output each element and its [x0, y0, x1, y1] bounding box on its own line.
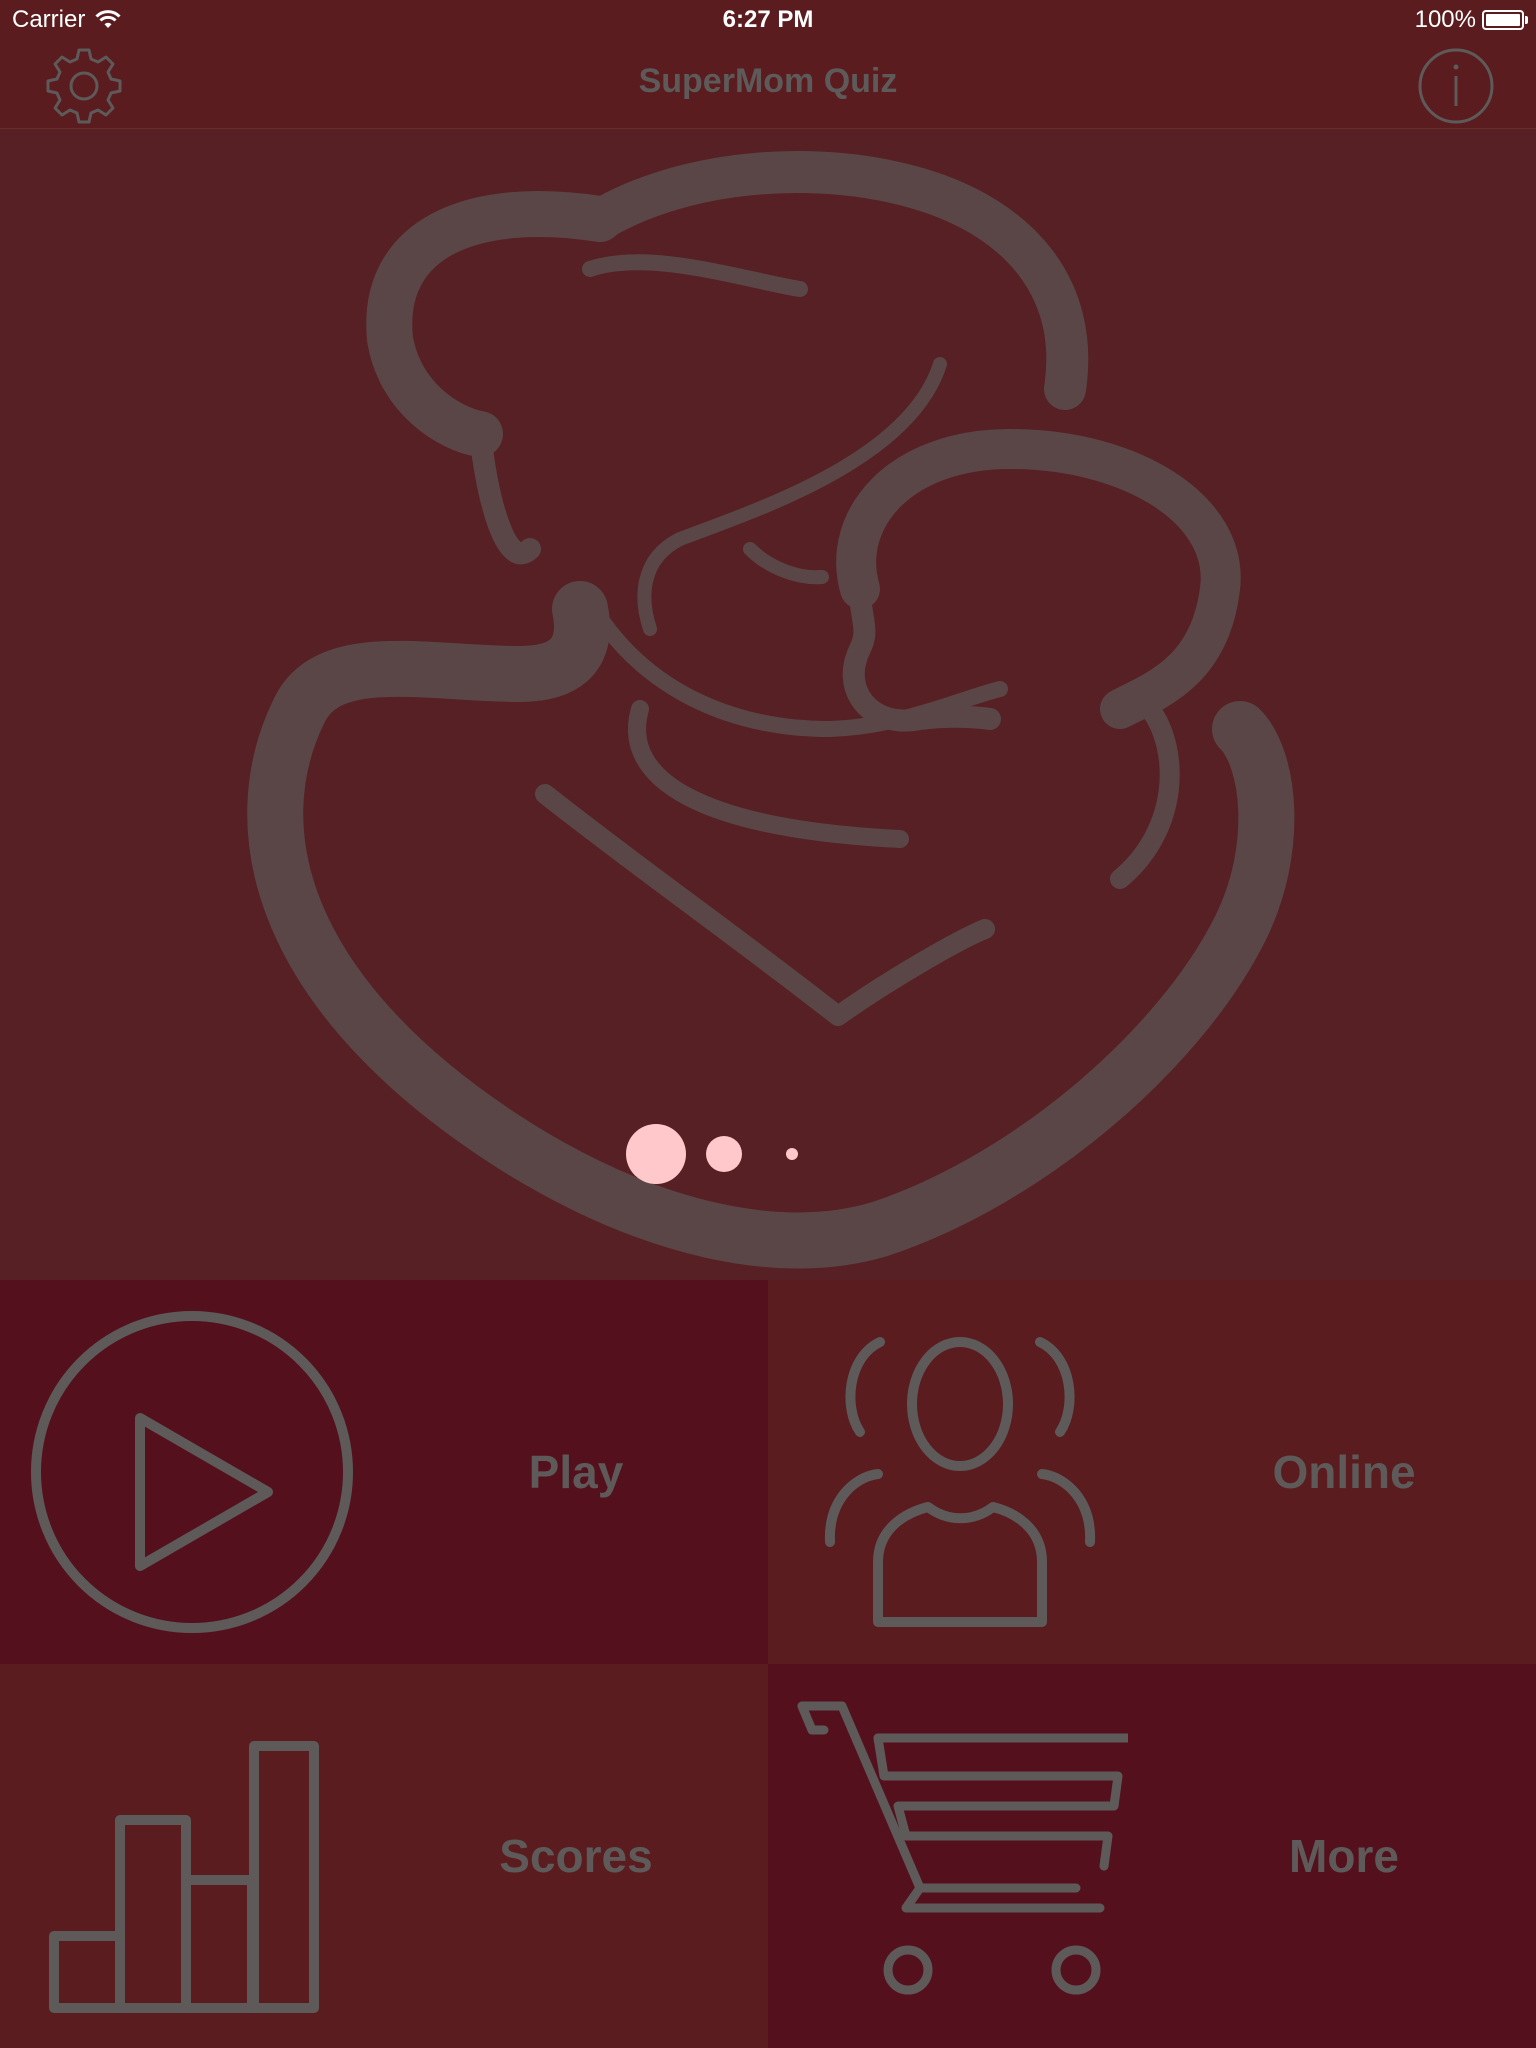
bar-chart-icon: [49, 1741, 319, 2013]
shopping-cart-icon: [797, 1701, 1128, 1995]
hero-illustration-area: [0, 129, 1536, 1280]
status-bar: Carrier 6:27 PM 100%: [0, 0, 1536, 42]
more-tile[interactable]: More: [768, 1664, 1536, 2048]
online-tile[interactable]: Online: [768, 1280, 1536, 1664]
battery-group: 100%: [1414, 6, 1528, 34]
play-tile[interactable]: Play: [0, 1280, 768, 1664]
mother-child-illustration: [247, 151, 1295, 1269]
battery-icon: [1482, 10, 1528, 30]
app-title: SuperMom Quiz: [638, 62, 898, 100]
info-button[interactable]: [1416, 46, 1496, 126]
info-icon: [1418, 48, 1494, 124]
loading-dots-indicator: [626, 1124, 798, 1184]
status-time: 6:27 PM: [722, 6, 814, 33]
play-icon: [31, 1311, 353, 1633]
battery-percent: 100%: [1414, 6, 1476, 33]
more-label: More: [1289, 1830, 1399, 1882]
multiplayer-users-icon: [824, 1337, 1096, 1627]
scores-tile[interactable]: Scores: [0, 1664, 768, 2048]
navigation-bar: SuperMom Quiz: [0, 42, 1536, 129]
online-label: Online: [1272, 1446, 1416, 1498]
play-label: Play: [528, 1446, 624, 1498]
scores-label: Scores: [499, 1830, 653, 1882]
